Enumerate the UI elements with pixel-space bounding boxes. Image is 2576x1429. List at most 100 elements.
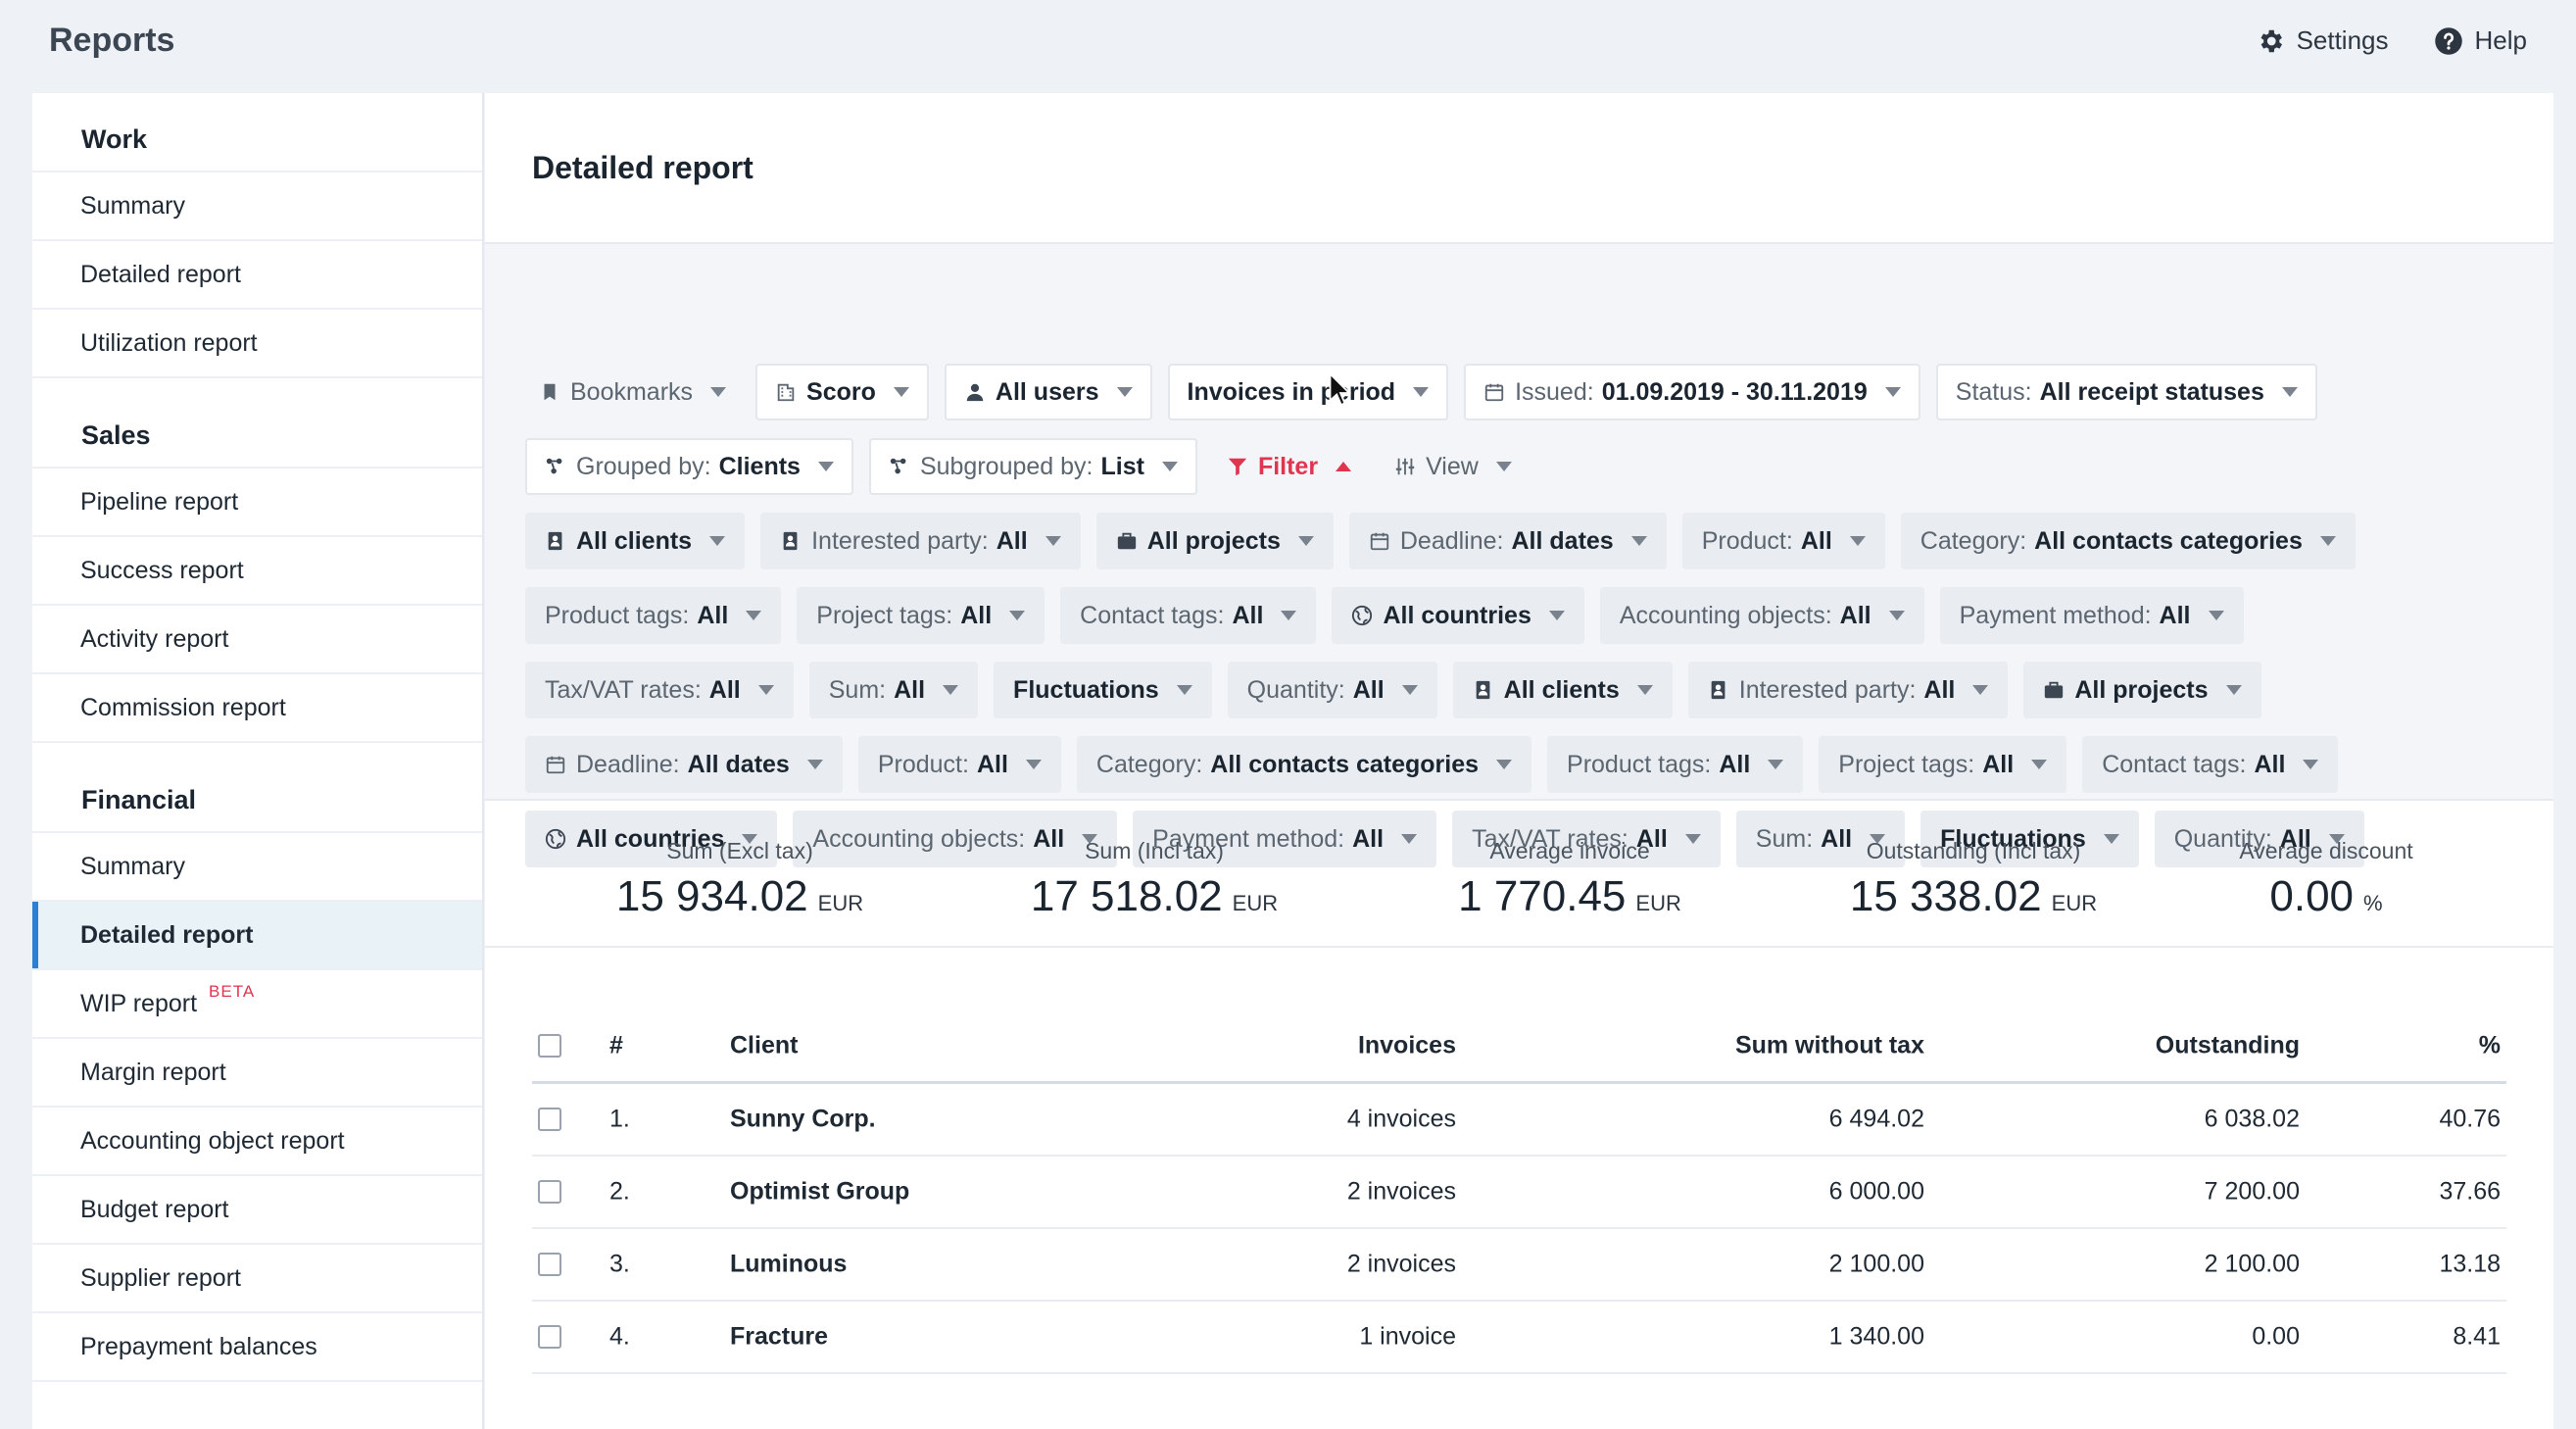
beta-badge: BETA xyxy=(209,982,256,1001)
filter-chip-value: List xyxy=(1100,452,1144,480)
sidebar-item-success-report[interactable]: Success report xyxy=(32,537,482,606)
subgrouped-by-filter-chip[interactable]: Subgrouped by: List xyxy=(868,438,1197,495)
row-invoices[interactable]: 2 invoices xyxy=(1347,1178,1456,1207)
tax-vat-rates-filter-chip[interactable]: Tax/VAT rates: All xyxy=(525,662,794,718)
column-header-percent[interactable]: % xyxy=(2479,1031,2501,1059)
all-projects-filter-chip[interactable]: All projects xyxy=(2023,662,2261,718)
filter-chip-value: All xyxy=(1800,526,1832,555)
row-outstanding: 2 100.00 xyxy=(2204,1250,2300,1278)
settings-button[interactable]: Settings xyxy=(2256,25,2389,56)
quantity-filter-chip[interactable]: Quantity: All xyxy=(1227,662,1437,718)
bookmarks-filter-chip[interactable]: Bookmarks xyxy=(525,364,740,420)
row-checkbox[interactable] xyxy=(538,1253,561,1276)
interested-party-filter-chip[interactable]: Interested party: All xyxy=(1687,662,2009,718)
scoro-filter-chip[interactable]: Scoro xyxy=(755,364,929,420)
sidebar-item-work-detailed-report[interactable]: Detailed report xyxy=(32,241,482,310)
sidebar-item-budget-report[interactable]: Budget report xyxy=(32,1176,482,1245)
project-tags-filter-chip[interactable]: Project tags: All xyxy=(797,587,1045,644)
sidebar-item-commission-report[interactable]: Commission report xyxy=(32,674,482,743)
stat-value: 17 518.02 xyxy=(1030,872,1223,920)
payment-method-filter-chip[interactable]: Payment method: All xyxy=(1939,587,2244,644)
row-client[interactable]: Luminous xyxy=(730,1251,847,1279)
filter-row: Deadline: All dates Product: All Category: Al… xyxy=(525,736,2339,793)
chevron-down-icon xyxy=(709,536,726,546)
all-clients-filter-chip[interactable]: All clients xyxy=(525,513,746,569)
select-all-checkbox[interactable] xyxy=(538,1033,561,1058)
row-invoices[interactable]: 1 invoice xyxy=(1359,1323,1456,1352)
row-checkbox[interactable] xyxy=(538,1325,561,1349)
contact-tags-filter-chip[interactable]: Contact tags: All xyxy=(1060,587,1317,644)
accounting-objects-filter-chip[interactable]: Accounting objects: All xyxy=(1599,587,1924,644)
project-tags-filter-chip[interactable]: Project tags: All xyxy=(1819,736,2067,793)
filter-filter-chip[interactable]: Filter xyxy=(1213,438,1365,495)
row-client[interactable]: Fracture xyxy=(730,1323,828,1352)
filter-chip-prefix: Issued: xyxy=(1515,377,1594,406)
table-row: 1. Sunny Corp. 4 invoices 6 494.02 6 038… xyxy=(532,1084,2506,1157)
filter-chip-prefix: Tax/VAT rates: xyxy=(545,675,702,704)
row-sum: 1 340.00 xyxy=(1828,1322,1924,1351)
row-checkbox[interactable] xyxy=(538,1108,561,1131)
view-filter-chip[interactable]: View xyxy=(1381,438,1526,495)
category-filter-chip[interactable]: Category: All contacts categories xyxy=(1900,513,2356,569)
sidebar-item-accounting-object-report[interactable]: Accounting object report xyxy=(32,1108,482,1176)
fluctuations-filter-chip[interactable]: Fluctuations xyxy=(994,662,1212,718)
sidebar-item-financial-detailed-report[interactable]: Detailed report xyxy=(32,902,482,970)
filter-chip-value: All receipt statuses xyxy=(2039,377,2264,406)
sidebar-item-work-summary[interactable]: Summary xyxy=(32,172,482,241)
invoices-in-period-filter-chip[interactable]: Invoices in period xyxy=(1167,364,1449,420)
sidebar-item-pipeline-report[interactable]: Pipeline report xyxy=(32,468,482,537)
filter-chip-prefix: Accounting objects: xyxy=(1619,601,1832,629)
product-filter-chip[interactable]: Product: All xyxy=(1681,513,1885,569)
sidebar-item-activity-report[interactable]: Activity report xyxy=(32,606,482,674)
sidebar-item-supplier-report[interactable]: Supplier report xyxy=(32,1245,482,1313)
interested-party-filter-chip[interactable]: Interested party: All xyxy=(760,513,1081,569)
filter-chip-label: Invoices in period xyxy=(1187,377,1396,406)
deadline-filter-chip[interactable]: Deadline: All dates xyxy=(1348,513,1667,569)
all-clients-filter-chip[interactable]: All clients xyxy=(1452,662,1673,718)
row-client[interactable]: Sunny Corp. xyxy=(730,1106,876,1134)
category-filter-chip[interactable]: Category: All contacts categories xyxy=(1076,736,1532,793)
status-filter-chip[interactable]: Status: All receipt statuses xyxy=(1935,364,2317,420)
stat-average-invoice: Average invoice 1 770.45 EUR xyxy=(1393,838,1746,921)
product-tags-filter-chip[interactable]: Product tags: All xyxy=(525,587,782,644)
report-table: # Client Invoices Sum without tax Outsta… xyxy=(532,1010,2506,1374)
sliders-icon xyxy=(1395,458,1415,475)
sidebar-item-prepayment-balances[interactable]: Prepayment balances xyxy=(32,1313,482,1382)
calendar-icon xyxy=(1370,532,1389,551)
all-users-filter-chip[interactable]: All users xyxy=(944,364,1152,420)
chevron-down-icon xyxy=(1495,462,1512,471)
chevron-down-icon xyxy=(1413,387,1430,397)
issued-filter-chip[interactable]: Issued: 01.09.2019 - 30.11.2019 xyxy=(1464,364,1920,420)
row-client[interactable]: Optimist Group xyxy=(730,1178,909,1207)
wip-report-label: WIP report xyxy=(80,989,198,1017)
chevron-down-icon xyxy=(746,611,762,620)
column-header-number[interactable]: # xyxy=(609,1031,623,1059)
filter-chip-prefix: Product: xyxy=(1701,526,1793,555)
contact-tags-filter-chip[interactable]: Contact tags: All xyxy=(2082,736,2339,793)
sidebar-item-financial-summary[interactable]: Summary xyxy=(32,833,482,902)
all-projects-filter-chip[interactable]: All projects xyxy=(1095,513,1334,569)
table-row: 2. Optimist Group 2 invoices 6 000.00 7 … xyxy=(532,1157,2506,1229)
product-filter-chip[interactable]: Product: All xyxy=(857,736,1061,793)
grouped-by-filter-chip[interactable]: Grouped by: Clients xyxy=(525,438,853,495)
column-header-client[interactable]: Client xyxy=(730,1031,798,1059)
contact-icon xyxy=(783,531,798,551)
row-outstanding: 0.00 xyxy=(2252,1322,2300,1351)
sidebar-item-wip-report[interactable]: WIP report BETA xyxy=(32,970,482,1039)
group-icon xyxy=(546,458,562,474)
sum-filter-chip[interactable]: Sum: All xyxy=(808,662,979,718)
row-invoices[interactable]: 4 invoices xyxy=(1347,1106,1456,1134)
product-tags-filter-chip[interactable]: Product tags: All xyxy=(1547,736,1804,793)
all-countries-filter-chip[interactable]: All countries xyxy=(1332,587,1584,644)
column-header-outstanding[interactable]: Outstanding xyxy=(2156,1031,2300,1059)
briefcase-icon xyxy=(2045,681,2064,699)
chevron-down-icon xyxy=(2319,536,2336,546)
row-checkbox[interactable] xyxy=(538,1180,561,1204)
column-header-sum[interactable]: Sum without tax xyxy=(1735,1031,1924,1059)
sidebar-item-margin-report[interactable]: Margin report xyxy=(32,1039,482,1108)
column-header-invoices[interactable]: Invoices xyxy=(1358,1031,1456,1059)
help-button[interactable]: Help xyxy=(2434,25,2527,56)
sidebar-item-utilization-report[interactable]: Utilization report xyxy=(32,310,482,378)
deadline-filter-chip[interactable]: Deadline: All dates xyxy=(525,736,843,793)
row-invoices[interactable]: 2 invoices xyxy=(1347,1251,1456,1279)
